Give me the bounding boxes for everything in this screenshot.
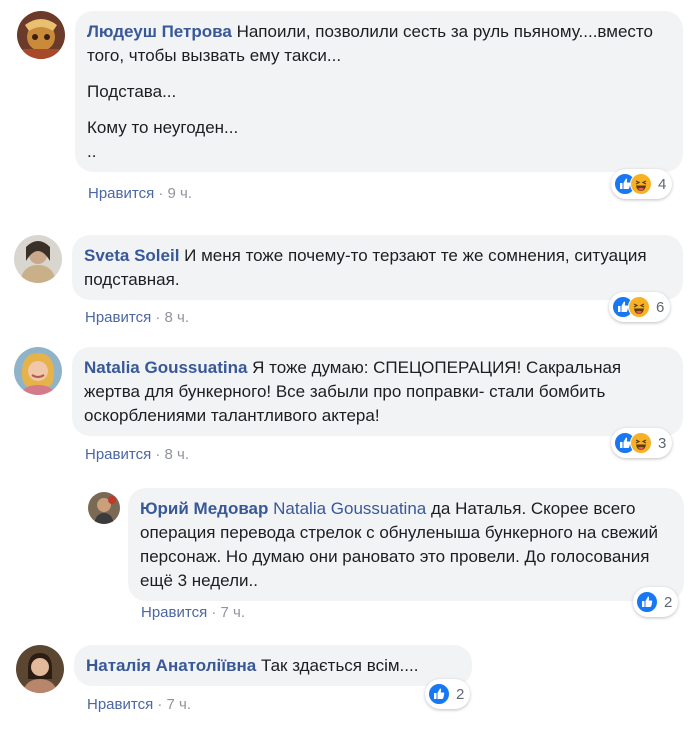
comment-bubble: Natalia Goussuatina Я тоже думаю: СПЕЦОП…	[72, 347, 683, 436]
comment-author[interactable]: Наталія Анатоліївна	[86, 656, 256, 675]
avatar-image	[88, 492, 120, 524]
like-link[interactable]: Нравится	[88, 185, 154, 202]
avatar[interactable]	[88, 492, 120, 524]
separator: ·	[155, 309, 161, 326]
comment-author[interactable]: Юрий Медовар	[140, 499, 268, 518]
haha-icon	[630, 432, 652, 454]
comment-text: Подстава...	[87, 82, 177, 101]
avatar[interactable]	[14, 347, 62, 395]
avatar[interactable]	[16, 645, 64, 693]
reaction-count: 6	[656, 298, 665, 316]
comment-actions: Нравится · 7 ч.	[87, 695, 191, 715]
separator: ·	[158, 185, 164, 202]
avatar[interactable]	[17, 11, 65, 59]
comment-time[interactable]: 7 ч.	[167, 696, 192, 713]
like-link[interactable]: Нравится	[87, 696, 153, 713]
comment-text: Так здається всім....	[260, 656, 419, 675]
separator: ·	[211, 604, 217, 621]
comment-text: ..	[87, 142, 97, 161]
reaction-count: 4	[658, 175, 667, 193]
avatar-image	[17, 11, 65, 59]
reactions-summary[interactable]: 2	[633, 587, 679, 617]
comment-bubble: Наталія Анатоліївна Так здається всім...…	[74, 645, 472, 686]
comment-author[interactable]: Sveta Soleil	[84, 246, 179, 265]
like-icon	[428, 683, 450, 705]
comment-text: Кому то неугоден...	[87, 118, 239, 137]
separator: ·	[155, 446, 161, 463]
comment-actions: Нравится · 8 ч.	[85, 445, 189, 465]
mention-link[interactable]: Natalia Goussuatina	[273, 499, 426, 518]
reactions-summary[interactable]: 2	[425, 679, 471, 709]
comment-time[interactable]: 7 ч.	[221, 604, 246, 621]
reactions-summary[interactable]: 3	[611, 428, 673, 458]
comment-time[interactable]: 9 ч.	[168, 185, 193, 202]
comment-bubble: Sveta Soleil И меня тоже почему-то терза…	[72, 235, 683, 300]
reaction-count: 3	[658, 434, 667, 452]
reactions-summary[interactable]: 6	[609, 292, 671, 322]
comment-actions: Нравится · 7 ч.	[141, 603, 245, 623]
comment-actions: Нравится · 9 ч.	[88, 184, 192, 204]
comment-author[interactable]: Natalia Goussuatina	[84, 358, 247, 377]
like-link[interactable]: Нравится	[85, 446, 151, 463]
comment-bubble: Юрий Медовар Natalia Goussuatina да Ната…	[128, 488, 684, 601]
haha-icon	[628, 296, 650, 318]
avatar-image	[14, 347, 62, 395]
like-link[interactable]: Нравится	[141, 604, 207, 621]
reaction-count: 2	[664, 593, 673, 611]
avatar-image	[16, 645, 64, 693]
comment-bubble: Людеуш Петрова Напоили, позволили сесть …	[75, 11, 683, 172]
reaction-count: 2	[456, 685, 465, 703]
comment-time[interactable]: 8 ч.	[165, 446, 190, 463]
reactions-summary[interactable]: 4	[611, 169, 673, 199]
comment-time[interactable]: 8 ч.	[165, 309, 190, 326]
avatar-image	[14, 235, 62, 283]
like-link[interactable]: Нравится	[85, 309, 151, 326]
avatar[interactable]	[14, 235, 62, 283]
separator: ·	[157, 696, 163, 713]
comment-actions: Нравится · 8 ч.	[85, 308, 189, 328]
haha-icon	[630, 173, 652, 195]
comment-author[interactable]: Людеуш Петрова	[87, 22, 232, 41]
like-icon	[636, 591, 658, 613]
